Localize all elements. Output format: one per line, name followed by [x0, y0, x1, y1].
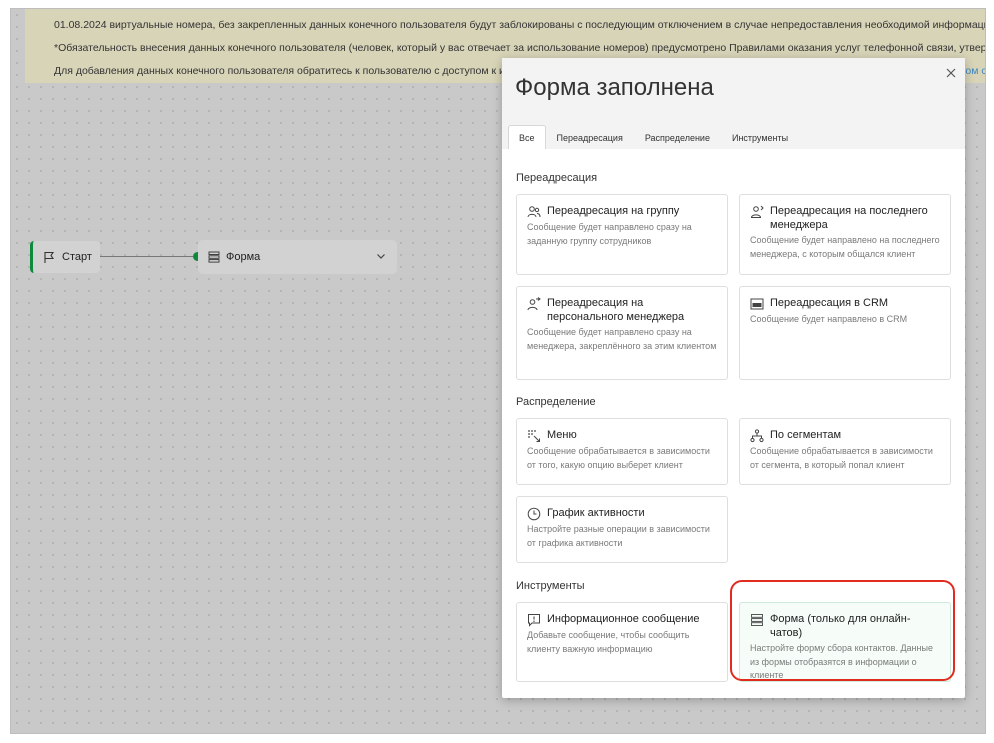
- card-info-message[interactable]: Информационное сообщение Добавьте сообще…: [516, 602, 728, 682]
- flag-icon: [44, 251, 55, 263]
- group-icon: [527, 206, 541, 218]
- card-title: Переадресация на группу: [547, 205, 680, 217]
- start-node[interactable]: Старт: [30, 241, 100, 273]
- card-redirect-last-manager[interactable]: Переадресация на последнего менеджера Со…: [739, 194, 951, 275]
- card-menu[interactable]: Меню Сообщение обрабатывается в зависимо…: [516, 418, 728, 485]
- card-desc: Сообщение будет направлено в CRM: [750, 314, 908, 324]
- flow-canvas[interactable]: 01.08.2024 виртуальные номера, без закре…: [10, 8, 986, 734]
- card-form-online-chats[interactable]: Форма (только для онлайн-чатов) Настройт…: [739, 602, 951, 682]
- start-label: Старт: [62, 251, 92, 263]
- card-desc: Сообщение обрабатывается в зависимости о…: [527, 446, 710, 470]
- notice-line-2: *Обязательность внесения данных конечног…: [54, 42, 986, 54]
- card-desc: Сообщение обрабатывается в зависимости о…: [750, 446, 933, 470]
- form-node-label: Форма: [226, 251, 261, 263]
- card-title: Меню: [547, 429, 577, 441]
- card-title: График активности: [547, 507, 645, 519]
- modal-tabs: Все Переадресация Распределение Инструме…: [508, 125, 799, 149]
- form-node[interactable]: Форма: [198, 240, 397, 274]
- card-title: Переадресация на последнего менеджера: [770, 205, 928, 231]
- connector-line: [100, 256, 198, 257]
- card-title: По сегментам: [770, 429, 842, 441]
- card-title: Форма (только для онлайн-чатов): [770, 613, 911, 639]
- card-redirect-group[interactable]: Переадресация на группу Сообщение будет …: [516, 194, 728, 275]
- card-desc: Сообщение будет направлено на последнего…: [750, 235, 940, 259]
- info-message-icon: [528, 614, 540, 627]
- card-title: Переадресация в CRM: [770, 297, 889, 309]
- notice-line-3-text: Для добавления данных конечного пользова…: [54, 65, 536, 77]
- chevron-down-icon[interactable]: [375, 250, 387, 262]
- tab-tools[interactable]: Инструменты: [721, 125, 799, 149]
- tab-redirect[interactable]: Переадресация: [546, 125, 634, 149]
- section-title-tools: Инструменты: [516, 580, 585, 592]
- card-desc: Сообщение будет направлено сразу на зада…: [527, 222, 692, 246]
- section-title-redirect: Переадресация: [516, 172, 598, 184]
- tab-all[interactable]: Все: [508, 125, 546, 149]
- card-desc: Настройте форму сбора контактов. Данные …: [750, 643, 933, 680]
- segments-icon: [750, 429, 764, 443]
- modal-header: Форма заполнена Все Переадресация Распре…: [502, 58, 965, 149]
- form-icon: [751, 614, 763, 626]
- section-title-distribution: Распределение: [516, 396, 596, 408]
- card-desc: Сообщение будет направлено сразу на мене…: [527, 327, 717, 351]
- menu-icon: [528, 430, 540, 442]
- card-desc: Настройте разные операции в зависимости …: [527, 524, 710, 548]
- modal-title: Форма заполнена: [515, 74, 714, 101]
- card-redirect-crm[interactable]: Переадресация в CRM Сообщение будет напр…: [739, 286, 951, 380]
- form-icon: [208, 251, 220, 263]
- add-step-modal: Форма заполнена Все Переадресация Распре…: [502, 58, 965, 698]
- crm-icon: [750, 298, 764, 310]
- notice-line-1: 01.08.2024 виртуальные номера, без закре…: [54, 19, 986, 31]
- last-manager-icon: [750, 205, 764, 218]
- personal-manager-icon: [527, 297, 541, 311]
- close-icon[interactable]: [944, 66, 958, 80]
- card-redirect-personal-manager[interactable]: Переадресация на персонального менеджера…: [516, 286, 728, 380]
- clock-icon: [527, 507, 541, 521]
- card-desc: Добавьте сообщение, чтобы сообщить клиен…: [527, 630, 690, 654]
- tab-distribution[interactable]: Распределение: [634, 125, 721, 149]
- card-activity-schedule[interactable]: График активности Настройте разные опера…: [516, 496, 728, 563]
- card-title: Переадресация на персонального менеджера: [547, 297, 685, 323]
- card-segments[interactable]: По сегментам Сообщение обрабатывается в …: [739, 418, 951, 485]
- card-title: Информационное сообщение: [547, 613, 700, 625]
